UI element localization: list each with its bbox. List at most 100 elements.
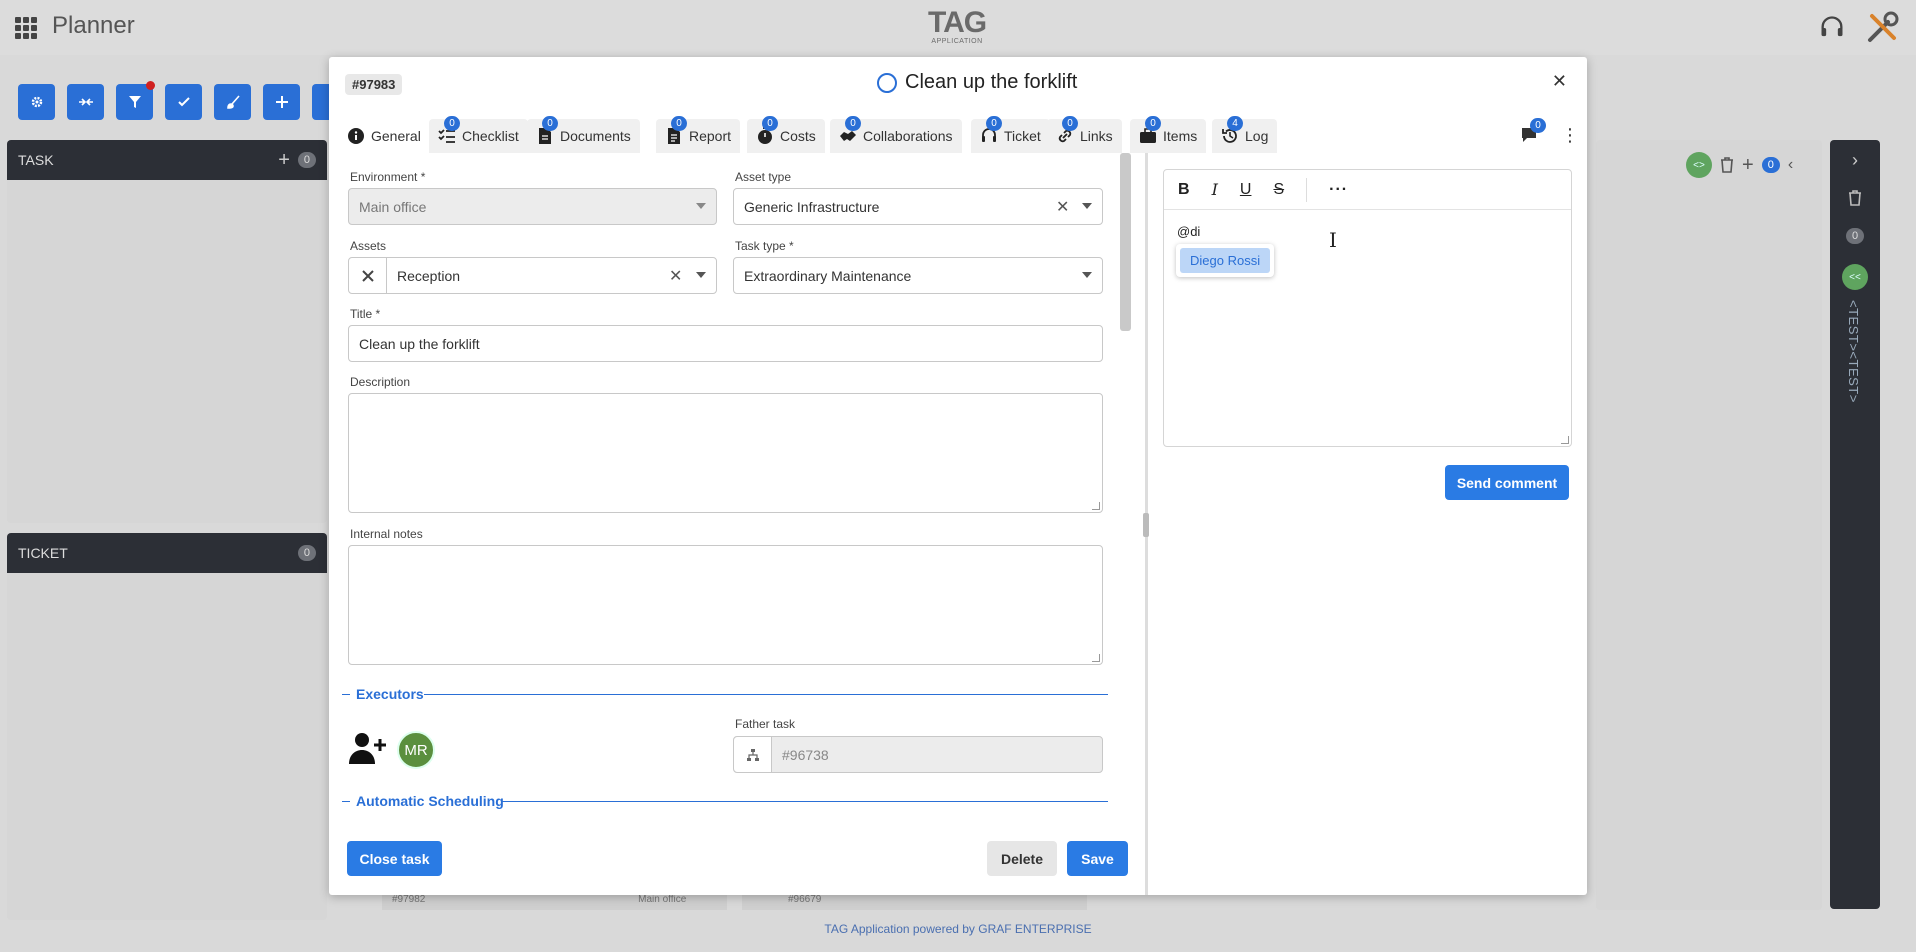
delete-button[interactable]: Delete: [987, 841, 1057, 876]
tab-log[interactable]: 4 Log: [1212, 116, 1278, 153]
planner-toolbar: [18, 81, 349, 120]
mention-suggestion-item[interactable]: Diego Rossi: [1180, 248, 1271, 273]
chevron-down-icon[interactable]: [696, 272, 706, 278]
settings-button[interactable]: [18, 84, 55, 120]
status-circle-icon[interactable]: [877, 72, 897, 93]
close-modal-button[interactable]: ✕: [1552, 71, 1567, 92]
column-add-icon[interactable]: +: [1742, 155, 1754, 175]
asset-type-select[interactable]: Generic Infrastructure ✕: [733, 188, 1103, 225]
brush-button[interactable]: [214, 84, 251, 120]
section-line: [342, 694, 350, 695]
tab-general[interactable]: General: [338, 119, 430, 153]
rail-expand[interactable]: ›: [1830, 150, 1880, 171]
tab-label: General: [371, 128, 421, 144]
tab-label: Documents: [560, 128, 631, 144]
save-button[interactable]: Save: [1067, 841, 1128, 876]
chevron-left-icon[interactable]: ‹: [1788, 156, 1793, 174]
collapse-green-icon[interactable]: <>: [1686, 152, 1712, 178]
general-form: Environment * Main office Asset type Gen…: [329, 153, 1145, 818]
tab-label: Items: [1163, 128, 1198, 144]
tab-label: Checklist: [462, 128, 519, 144]
rail-trash[interactable]: [1830, 190, 1880, 206]
chevron-down-icon[interactable]: [1082, 203, 1092, 209]
filter-button[interactable]: [116, 81, 155, 120]
internal-notes-textarea[interactable]: [348, 545, 1103, 665]
send-comment-button[interactable]: Send comment: [1445, 465, 1569, 500]
description-label: Description: [350, 375, 411, 389]
filter-icon: [128, 96, 141, 108]
toolbar-separator: [1306, 177, 1308, 202]
arrows-in-icon: [78, 98, 93, 106]
task-panel-title: TASK: [18, 152, 54, 168]
chevron-down-icon[interactable]: [1082, 272, 1092, 278]
column-count-badge: 0: [1761, 157, 1780, 173]
chevron-right-icon[interactable]: ›: [1852, 150, 1858, 171]
tab-items[interactable]: 0 Items: [1130, 116, 1207, 153]
tab-ticket[interactable]: 0 Ticket: [971, 116, 1050, 153]
bold-icon[interactable]: B: [1178, 181, 1190, 199]
headset-icon[interactable]: [1818, 14, 1846, 42]
tab-costs[interactable]: 0 Costs: [747, 116, 825, 153]
tab-label: Log: [1245, 128, 1269, 144]
more-options-icon[interactable]: ⋮: [1561, 125, 1579, 146]
resize-handle[interactable]: [1561, 436, 1569, 444]
add-task-icon[interactable]: +: [278, 150, 290, 170]
card-id: #97982: [392, 894, 426, 905]
father-task-placeholder: #96738: [782, 746, 829, 763]
modal-tabs: General 0 Checklist 0 Documents 0 Report…: [338, 116, 1578, 153]
tab-label: Links: [1080, 128, 1113, 144]
tab-label: Costs: [780, 128, 816, 144]
close-task-button[interactable]: Close task: [347, 841, 442, 876]
strikethrough-icon[interactable]: S: [1273, 181, 1284, 199]
father-task-label: Father task: [735, 717, 796, 731]
comment-text[interactable]: @di: [1177, 224, 1200, 239]
tab-collaborations[interactable]: 0 Collaborations: [830, 116, 962, 153]
clear-icon[interactable]: ✕: [669, 266, 682, 286]
tab-badge: 0: [986, 116, 1002, 131]
tools-icon[interactable]: [1864, 10, 1900, 46]
trash-icon[interactable]: [1848, 190, 1862, 206]
task-count-badge: 0: [297, 152, 316, 168]
section-line: [424, 694, 1108, 695]
collapse-button[interactable]: [67, 84, 104, 120]
app-title: Planner: [52, 12, 135, 39]
assets-value: Reception: [397, 267, 461, 284]
task-modal: #97983 Clean up the forklift ✕ General 0…: [329, 57, 1587, 895]
check-icon: [177, 97, 190, 107]
collapse-green-icon[interactable]: <<: [1842, 264, 1868, 290]
more-icon[interactable]: ···: [1329, 181, 1348, 199]
task-type-value: Extraordinary Maintenance: [744, 267, 912, 284]
tab-documents[interactable]: 0 Documents: [527, 116, 640, 153]
add-button[interactable]: [263, 84, 300, 120]
underline-icon[interactable]: U: [1240, 181, 1252, 199]
clear-icon[interactable]: ✕: [1056, 197, 1069, 217]
tab-links[interactable]: 0 Links: [1047, 116, 1122, 153]
executor-avatar[interactable]: MR: [397, 731, 435, 769]
tab-badge: 0: [762, 116, 778, 131]
rail-green-toggle[interactable]: <<: [1830, 264, 1880, 290]
add-user-icon[interactable]: [348, 731, 388, 765]
pane-resize-handle[interactable]: [1143, 513, 1149, 537]
comment-editor[interactable]: B I U S ··· @di Diego Rossi: [1163, 169, 1572, 447]
comments-badge: 0: [1530, 118, 1546, 133]
assets-select[interactable]: Reception ✕: [348, 257, 717, 294]
resize-handle[interactable]: [1092, 502, 1100, 510]
description-textarea[interactable]: [348, 393, 1103, 513]
italic-icon[interactable]: I: [1212, 180, 1218, 199]
rail-vertical-label: <TEST><TEST>: [1846, 300, 1861, 403]
tag-logo: TAG APPLICATION: [928, 8, 987, 46]
form-scrollbar[interactable]: [1120, 153, 1131, 331]
tab-report[interactable]: 0 Report: [656, 116, 741, 153]
tools-icon: [349, 258, 387, 293]
task-type-select[interactable]: Extraordinary Maintenance: [733, 257, 1103, 294]
chevron-down-icon: [696, 203, 706, 209]
apps-grid-icon[interactable]: [14, 16, 38, 40]
auto-scheduling-section-title: Automatic Scheduling: [356, 793, 504, 809]
trash-icon[interactable]: [1720, 157, 1734, 173]
title-label: Title *: [350, 307, 381, 321]
gear-icon: [31, 96, 42, 108]
tab-checklist[interactable]: 0 Checklist: [429, 116, 528, 153]
title-input[interactable]: Clean up the forklift: [348, 325, 1103, 362]
check-button[interactable]: [165, 84, 202, 120]
resize-handle[interactable]: [1092, 654, 1100, 662]
